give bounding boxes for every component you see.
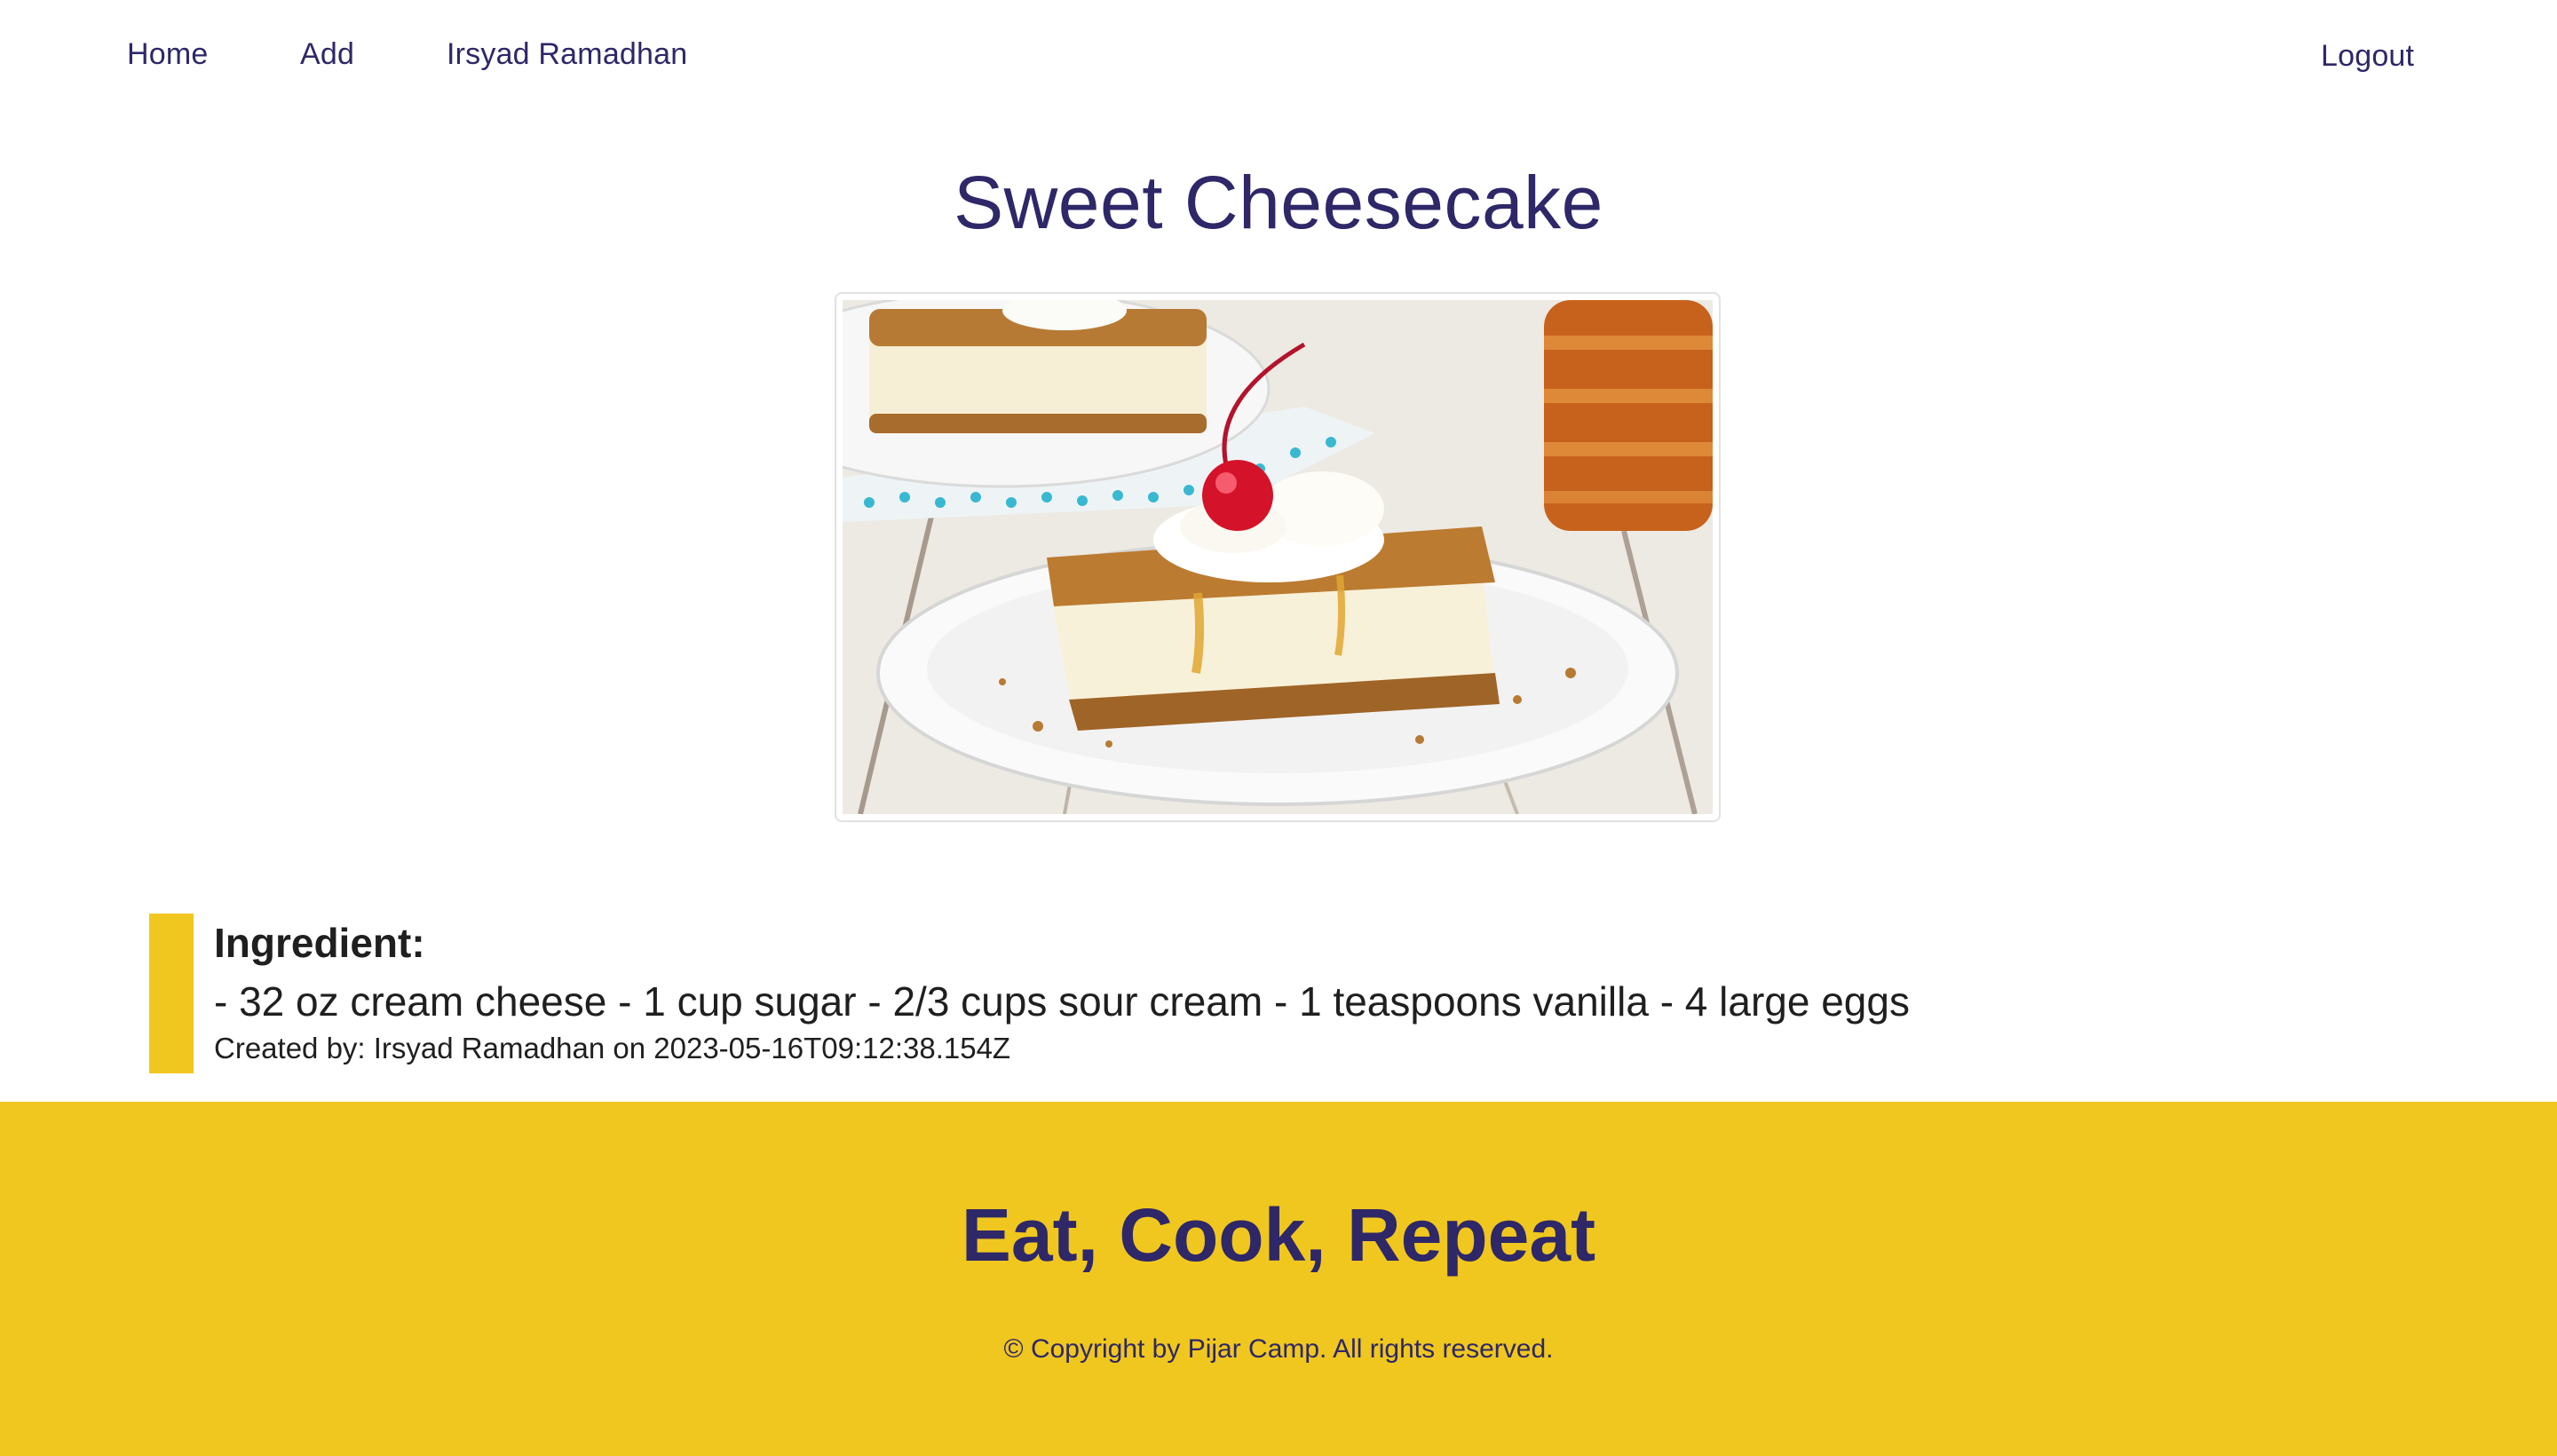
nav-user-profile-link[interactable]: Irsyad Ramadhan	[447, 37, 687, 72]
nav-add-link[interactable]: Add	[300, 37, 354, 72]
logout-link[interactable]: Logout	[2321, 39, 2414, 74]
ingredient-list: - 32 oz cream cheese - 1 cup sugar - 2/3…	[214, 978, 1910, 1025]
recipe-photo	[843, 300, 1713, 814]
footer-copyright: © Copyright by Pijar Camp. All rights re…	[1003, 1334, 1554, 1364]
top-navbar: Home Add Irsyad Ramadhan Logout	[0, 0, 2557, 115]
recipe-image-frame	[835, 292, 1721, 822]
accent-bar	[149, 914, 194, 1073]
nav-home-link[interactable]: Home	[127, 37, 209, 72]
recipe-title: Sweet Cheesecake	[954, 161, 1603, 244]
created-by-text: Created by: Irsyad Ramadhan on 2023-05-1…	[214, 1032, 1011, 1064]
footer-tagline: Eat, Cook, Repeat	[961, 1193, 1596, 1277]
recipe-details: Ingredient: - 32 oz cream cheese - 1 cup…	[149, 914, 2422, 1073]
ingredient-heading: Ingredient:	[214, 920, 425, 966]
site-footer: Eat, Cook, Repeat © Copyright by Pijar C…	[0, 1102, 2557, 1456]
